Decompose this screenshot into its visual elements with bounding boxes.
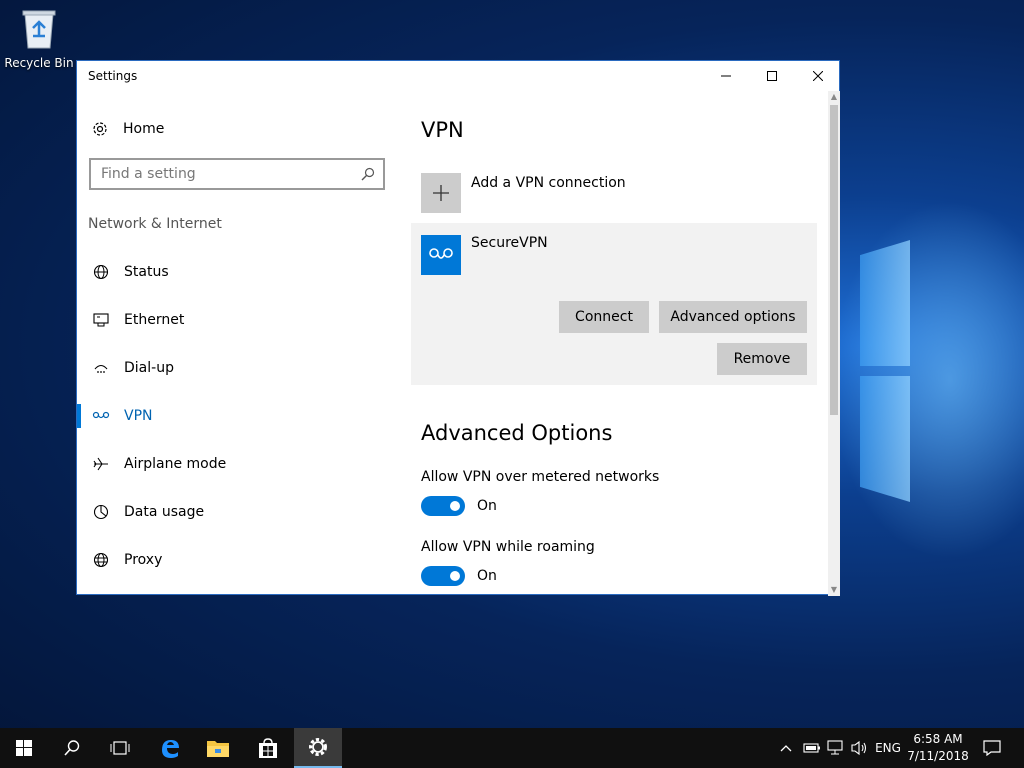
- sidebar-item-proxy[interactable]: Proxy: [77, 542, 397, 578]
- toggle-knob: [450, 571, 460, 581]
- task-view-button[interactable]: [96, 728, 144, 768]
- connect-button[interactable]: Connect: [559, 301, 649, 333]
- search-icon: [64, 740, 80, 756]
- vpn-connection-name: SecureVPN: [471, 235, 548, 251]
- sidebar-item-ethernet[interactable]: Ethernet: [77, 302, 397, 338]
- metered-networks-state: On: [477, 498, 497, 514]
- proxy-icon: [91, 550, 111, 570]
- minimize-icon: [721, 75, 731, 77]
- search-placeholder: Find a setting: [101, 166, 196, 182]
- action-center-button[interactable]: [978, 728, 1006, 768]
- active-indicator: [77, 404, 81, 428]
- recycle-bin-label: Recycle Bin: [4, 56, 74, 70]
- sidebar-item-airplane-mode[interactable]: Airplane mode: [77, 446, 397, 482]
- vpn-page: VPN Add a VPN connection SecureVPN Conne…: [407, 91, 829, 596]
- airplane-icon: [91, 454, 111, 474]
- settings-sidebar: Home Find a setting Network & Internet S…: [77, 91, 397, 596]
- metered-networks-toggle[interactable]: [421, 496, 465, 516]
- windows-logo-wallpaper: [860, 240, 916, 510]
- maximize-icon: [767, 71, 777, 81]
- clock-date: 7/11/2018: [907, 749, 969, 763]
- store-button[interactable]: [244, 728, 292, 768]
- sidebar-item-label: Airplane mode: [124, 456, 227, 472]
- roaming-label: Allow VPN while roaming: [421, 539, 595, 555]
- file-explorer-button[interactable]: [194, 728, 242, 768]
- clock-time: 6:58 AM: [913, 732, 963, 746]
- taskbar: ENG 6:58 AM 7/11/2018: [0, 728, 1024, 768]
- sidebar-item-vpn[interactable]: VPN: [77, 398, 397, 434]
- windows-start-icon: [16, 740, 32, 756]
- volume-tray-button[interactable]: [848, 728, 872, 768]
- battery-icon: [803, 743, 820, 753]
- sidebar-item-data-usage[interactable]: Data usage: [77, 494, 397, 530]
- scroll-down-icon[interactable]: ▼: [828, 584, 840, 596]
- window-title: Settings: [88, 69, 138, 83]
- maximize-button[interactable]: [749, 61, 795, 91]
- data-usage-icon: [91, 502, 111, 522]
- recycle-bin-icon: [19, 6, 59, 50]
- clock[interactable]: 6:58 AM 7/11/2018: [904, 731, 972, 765]
- close-icon: [813, 71, 823, 81]
- vpn-connection-card[interactable]: SecureVPN Connect Advanced options Remov…: [411, 223, 817, 385]
- network-icon: [827, 740, 843, 755]
- start-button[interactable]: [0, 728, 48, 768]
- advanced-options-button[interactable]: Advanced options: [659, 301, 807, 333]
- gear-icon: [309, 738, 327, 756]
- recycle-bin[interactable]: Recycle Bin: [4, 6, 74, 70]
- sidebar-item-dialup[interactable]: Dial-up: [77, 350, 397, 386]
- advanced-options-heading: Advanced Options: [421, 421, 613, 445]
- add-vpn-connection-button[interactable]: Add a VPN connection: [421, 173, 626, 213]
- globe-icon: [91, 262, 111, 282]
- remove-button[interactable]: Remove: [717, 343, 807, 375]
- volume-icon: [851, 740, 867, 756]
- settings-taskbar-button[interactable]: [294, 728, 342, 768]
- roaming-toggle[interactable]: [421, 566, 465, 586]
- store-icon: [259, 738, 277, 758]
- settings-window: Settings Home Find a setting Network & I: [76, 60, 840, 596]
- minimize-button[interactable]: [703, 61, 749, 91]
- vpn-connection-icon: [421, 235, 461, 275]
- title-bar[interactable]: Settings: [77, 61, 839, 91]
- home-label: Home: [123, 121, 165, 137]
- edge-icon: [162, 740, 179, 758]
- sidebar-item-label: Status: [124, 264, 169, 280]
- edge-button[interactable]: [146, 728, 194, 768]
- battery-tray-button[interactable]: [800, 728, 824, 768]
- folder-icon: [207, 741, 229, 757]
- toggle-knob: [450, 501, 460, 511]
- sidebar-item-label: Proxy: [124, 552, 163, 568]
- nav-home[interactable]: Home: [91, 119, 164, 139]
- network-tray-button[interactable]: [824, 728, 848, 768]
- section-title: Network & Internet: [88, 216, 222, 232]
- metered-networks-label: Allow VPN over metered networks: [421, 469, 660, 485]
- gear-icon: [93, 122, 107, 136]
- chevron-up-icon: [780, 745, 792, 752]
- sidebar-item-status[interactable]: Status: [77, 254, 397, 290]
- language-indicator[interactable]: ENG: [872, 728, 904, 768]
- plus-icon: [421, 173, 461, 213]
- scrollbar[interactable]: ▲ ▼: [828, 91, 840, 596]
- scroll-up-icon[interactable]: ▲: [828, 91, 840, 103]
- search-icon: [361, 167, 375, 181]
- sidebar-item-label: Data usage: [124, 504, 205, 520]
- show-hidden-icons-button[interactable]: [776, 728, 796, 768]
- add-vpn-connection-label: Add a VPN connection: [471, 175, 626, 191]
- task-view-icon: [110, 741, 130, 755]
- notification-icon: [983, 740, 1001, 756]
- page-title: VPN: [421, 118, 464, 142]
- search-input[interactable]: Find a setting: [89, 158, 385, 190]
- dialup-icon: [91, 358, 111, 378]
- sidebar-item-label: Ethernet: [124, 312, 185, 328]
- roaming-state: On: [477, 568, 497, 584]
- sidebar-item-label: Dial-up: [124, 360, 174, 376]
- vpn-icon: [91, 406, 111, 426]
- search-button[interactable]: [48, 728, 96, 768]
- sidebar-item-label: VPN: [124, 408, 153, 424]
- ethernet-icon: [91, 310, 111, 330]
- scrollbar-thumb[interactable]: [830, 105, 838, 415]
- close-button[interactable]: [795, 61, 841, 91]
